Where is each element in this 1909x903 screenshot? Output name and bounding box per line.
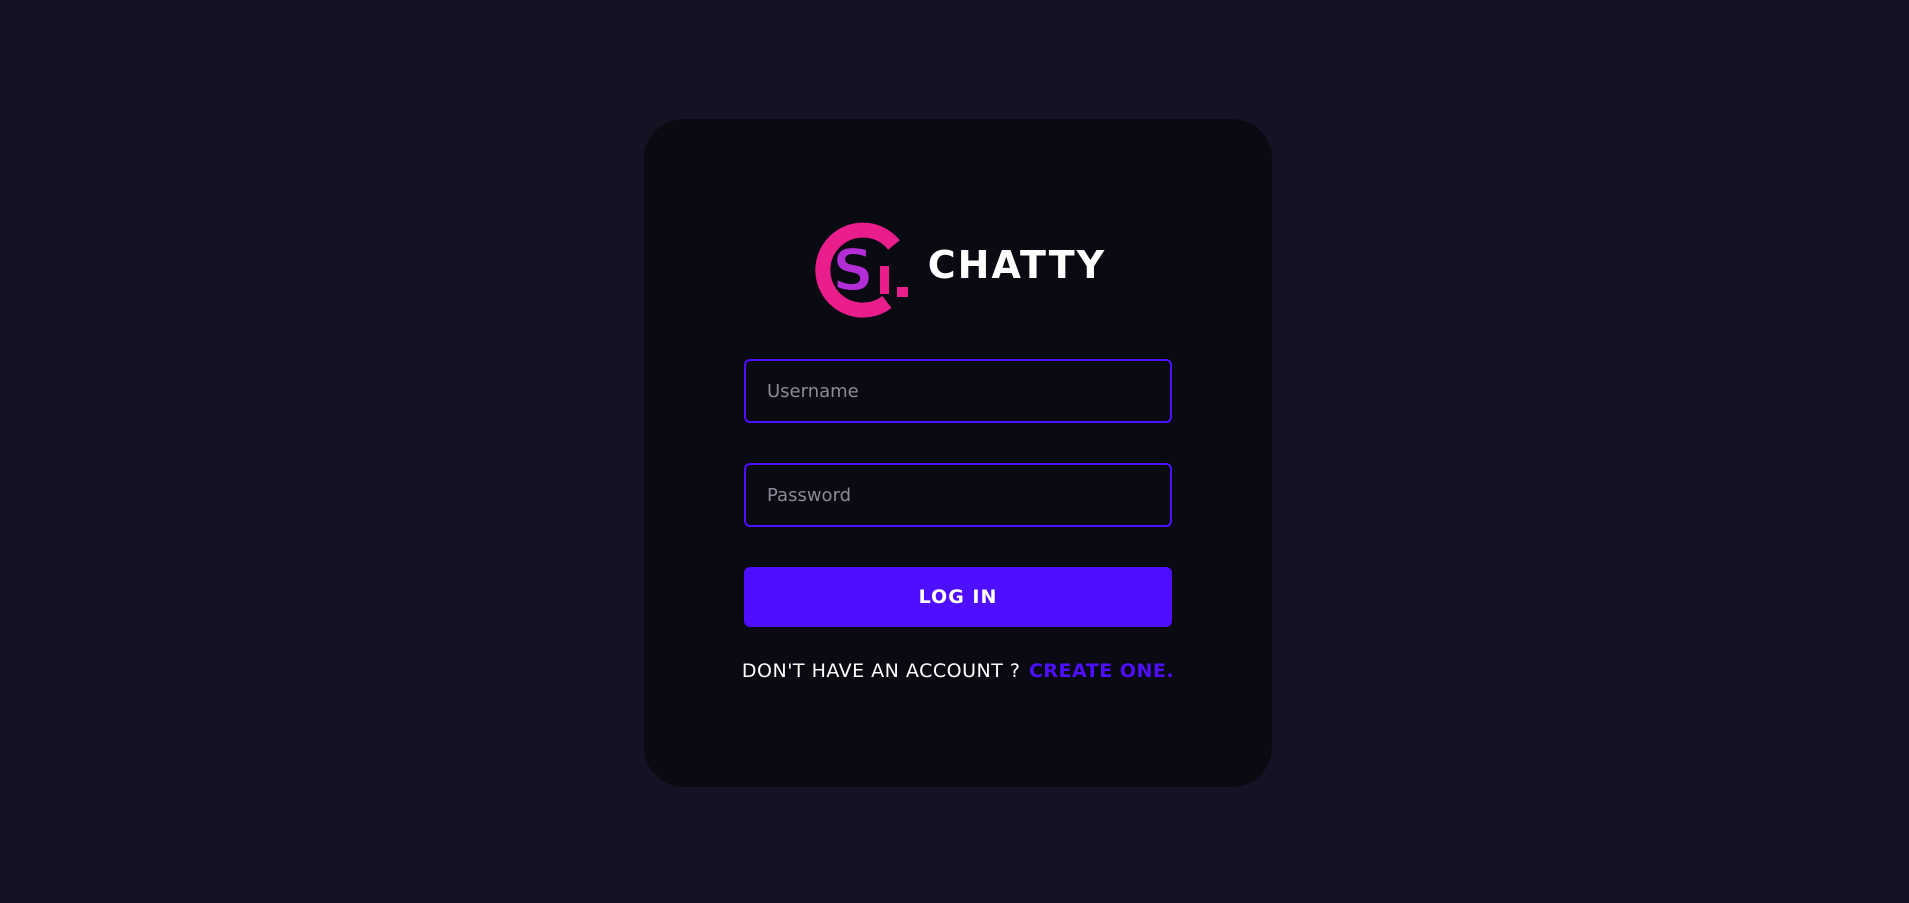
login-card: S CHATTY LOG IN DON'T HAVE AN ACCOUNT ? … <box>644 119 1272 787</box>
username-input[interactable] <box>744 359 1172 423</box>
signup-prompt-text: DON'T HAVE AN ACCOUNT ? <box>741 660 1021 682</box>
brand-name: CHATTY <box>927 243 1107 287</box>
create-account-link[interactable]: CREATE ONE. <box>1029 660 1174 682</box>
svg-text:S: S <box>832 236 874 304</box>
brand-header: S CHATTY <box>644 218 1272 318</box>
page: S CHATTY LOG IN DON'T HAVE AN ACCOUNT ? … <box>0 0 1909 903</box>
chatty-logo-icon: S <box>815 222 908 318</box>
signup-prompt-row: DON'T HAVE AN ACCOUNT ? CREATE ONE. <box>644 662 1272 681</box>
password-input[interactable] <box>744 463 1172 527</box>
login-button[interactable]: LOG IN <box>744 567 1172 627</box>
